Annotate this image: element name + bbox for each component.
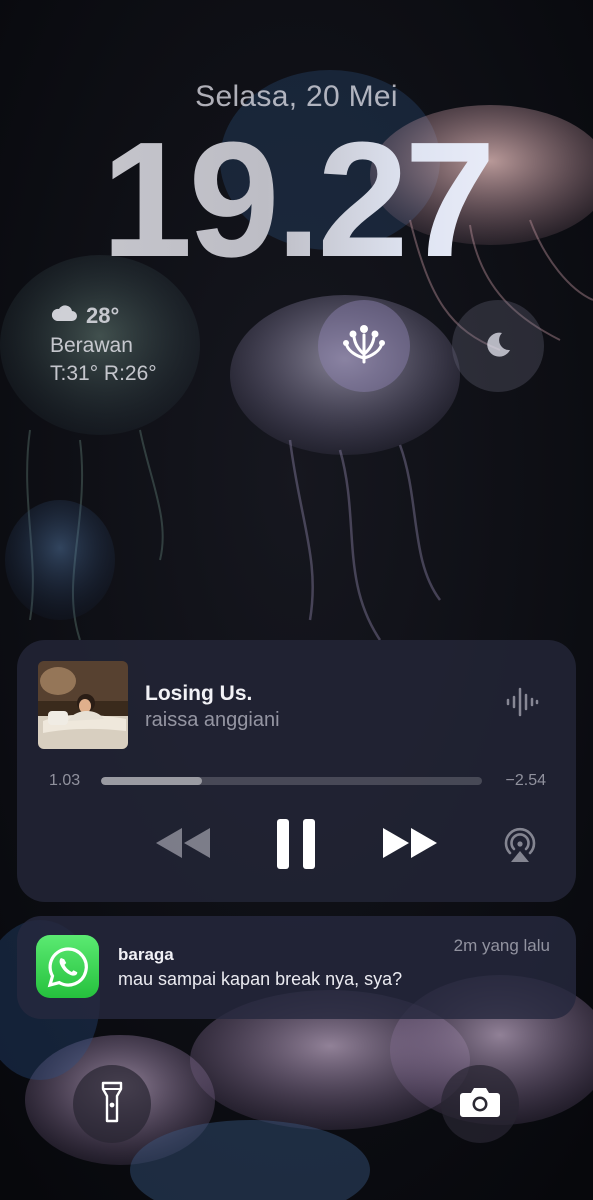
weather-temperature: 28°: [86, 303, 120, 328]
song-artist: raissa anggiani: [145, 709, 280, 731]
rewind-icon: [154, 826, 212, 865]
sleep-widget[interactable]: [452, 300, 544, 392]
fast-forward-button[interactable]: [379, 825, 441, 865]
focus-flower-icon: [341, 324, 387, 369]
notification-time: 2m yang lalu: [453, 936, 550, 955]
weather-condition: Berawan: [50, 334, 133, 357]
now-playing-player[interactable]: Losing Us. raissa anggiani 1.03 −2.54: [17, 640, 576, 902]
flashlight-button[interactable]: [73, 1065, 151, 1143]
airplay-button[interactable]: [500, 827, 540, 867]
remaining-time: −2.54: [505, 772, 546, 789]
pause-button[interactable]: [273, 818, 319, 874]
rewind-button[interactable]: [152, 825, 214, 865]
fast-forward-icon: [381, 826, 439, 865]
weather-widget[interactable]: 28° Berawan T:31° R:26°: [50, 303, 157, 386]
flashlight-icon: [101, 1081, 123, 1128]
progress-scrubber[interactable]: [101, 777, 482, 785]
lockscreen-clock: 19.27: [0, 118, 593, 282]
whatsapp-icon: [36, 935, 99, 998]
camera-icon: [459, 1086, 501, 1123]
elapsed-time: 1.03: [49, 772, 81, 789]
weather-high-low: T:31° R:26°: [50, 362, 157, 385]
moon-icon: [483, 329, 513, 364]
album-art[interactable]: [38, 661, 128, 749]
camera-button[interactable]: [441, 1065, 519, 1143]
airplay-icon: [501, 826, 539, 869]
notification-sender: baraga: [118, 945, 174, 964]
waveform-icon[interactable]: [504, 685, 540, 724]
pause-icon: [275, 817, 317, 876]
song-title: Losing Us.: [145, 682, 253, 705]
notification-message: mau sampai kapan break nya, sya?: [118, 969, 403, 989]
cloud-icon: [50, 303, 78, 329]
focus-widget[interactable]: [318, 300, 410, 392]
whatsapp-notification[interactable]: baraga mau sampai kapan break nya, sya? …: [17, 916, 576, 1019]
progress-fill: [101, 777, 203, 785]
